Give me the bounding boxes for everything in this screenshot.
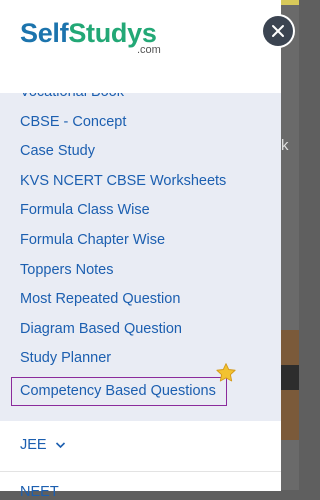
menu-item[interactable]: Most Repeated Question <box>0 285 281 315</box>
menu-item[interactable]: Formula Chapter Wise <box>0 226 281 256</box>
menu-item[interactable]: Diagram Based Question <box>0 315 281 345</box>
star-icon <box>216 363 236 382</box>
menu-item[interactable]: Toppers Notes <box>0 256 281 286</box>
menu-item[interactable]: KVS NCERT CBSE Worksheets <box>0 167 281 197</box>
chevron-down-icon <box>55 442 65 449</box>
page-backdrop: k <box>281 0 299 490</box>
menu-item[interactable]: Competency Based Questions <box>11 376 227 406</box>
section-neet[interactable]: NEET <box>0 471 281 500</box>
menu-item[interactable]: Case Study <box>0 137 281 167</box>
backdrop-card-band <box>281 365 299 390</box>
drawer-menu: Vocational BookCBSE - ConceptCase StudyK… <box>0 93 281 421</box>
jee-label: JEE <box>20 437 47 453</box>
backdrop-top-strip <box>281 0 299 5</box>
jee-toggle[interactable]: JEE <box>20 437 66 453</box>
selfstudys-logo[interactable]: SelfStudys .com <box>20 18 170 63</box>
menu-list: Vocational BookCBSE - ConceptCase StudyK… <box>0 93 281 406</box>
section-jee[interactable]: JEE <box>0 421 281 471</box>
logo-suffix: .com <box>137 44 161 56</box>
neet-label[interactable]: NEET <box>20 484 59 500</box>
logo-self-text: Self <box>20 18 69 48</box>
menu-item[interactable]: Study Planner <box>0 344 281 374</box>
side-drawer: SelfStudys .com Vocational BookCBSE - Co… <box>0 0 281 500</box>
drawer-header: SelfStudys .com <box>0 0 281 93</box>
menu-item[interactable]: Formula Class Wise <box>0 196 281 226</box>
menu-item[interactable]: CBSE - Concept <box>0 108 281 138</box>
backdrop-partial-text: k <box>281 137 289 154</box>
menu-item[interactable]: Vocational Book <box>0 93 281 108</box>
close-button[interactable] <box>263 16 293 46</box>
close-icon <box>272 25 284 37</box>
